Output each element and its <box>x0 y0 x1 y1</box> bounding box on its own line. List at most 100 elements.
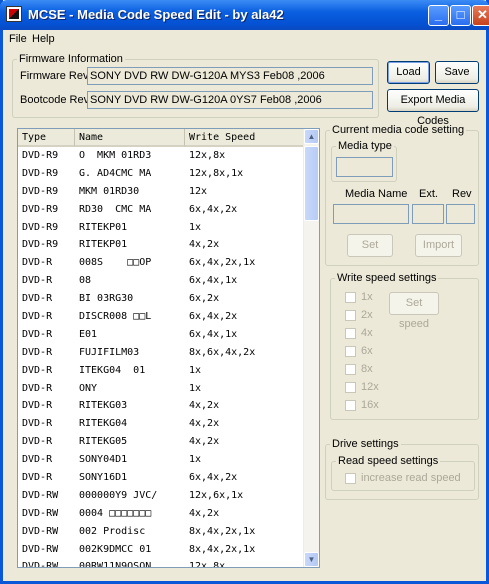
cell-type: DVD-RW <box>22 525 59 537</box>
cell-name: 0004 □□□□□□□ <box>79 507 152 519</box>
media-name-field[interactable] <box>333 204 409 224</box>
title-bar[interactable]: MCSE - Media Code Speed Edit - by ala42 … <box>0 0 489 30</box>
minimize-button[interactable]: _ <box>428 5 449 26</box>
speed-checkbox-8x[interactable] <box>345 364 356 375</box>
speed-label-4x: 4x <box>361 327 373 339</box>
table-row[interactable]: DVD-RW 002 Prodisc 8x,4x,2x,1x <box>18 523 306 541</box>
speed-checkbox-1x[interactable] <box>345 292 356 303</box>
table-row[interactable]: DVD-R RITEKG04 4x,2x <box>18 415 306 433</box>
import-button[interactable]: Import <box>415 234 462 257</box>
table-row[interactable]: DVD-R SONY04D1 1x <box>18 451 306 469</box>
menu-help[interactable]: Help <box>32 33 55 45</box>
cell-name: 002K9DMCC 01 <box>79 543 152 555</box>
scroll-up-arrow-icon[interactable]: ▲ <box>304 129 319 144</box>
table-row[interactable]: DVD-R 008S □□OP 6x,4x,2x,1x <box>18 254 306 272</box>
cell-write-speed: 12x,6x,1x <box>189 489 244 501</box>
cell-type: DVD-R <box>22 418 53 430</box>
speed-checkbox-4x[interactable] <box>345 328 356 339</box>
maximize-button[interactable]: □ <box>450 5 471 26</box>
speed-label-2x: 2x <box>361 309 373 321</box>
table-row[interactable]: DVD-R9 RD30 CMC MA 6x,4x,2x <box>18 201 306 219</box>
save-button[interactable]: Save <box>435 61 479 84</box>
speed-checkbox-12x[interactable] <box>345 382 356 393</box>
speed-checkbox-16x[interactable] <box>345 400 356 411</box>
table-row[interactable]: DVD-R RITEKG05 4x,2x <box>18 433 306 451</box>
column-header-name[interactable]: Name <box>75 129 185 147</box>
set-button[interactable]: Set <box>347 234 393 257</box>
column-header-type[interactable]: Type <box>18 129 75 147</box>
cell-type: DVD-R9 <box>22 239 59 251</box>
ext-field[interactable] <box>412 204 444 224</box>
cell-name: RITEKP01 <box>79 221 128 233</box>
ext-label: Ext. <box>419 188 438 200</box>
close-button[interactable]: ✕ <box>472 5 489 26</box>
rev-field[interactable] <box>446 204 475 224</box>
cell-type: DVD-R <box>22 400 53 412</box>
cell-type: DVD-R <box>22 328 53 340</box>
speed-label-8x: 8x <box>361 363 373 375</box>
table-row[interactable]: DVD-R ITEKG04 01 1x <box>18 362 306 380</box>
speed-label-1x: 1x <box>361 291 373 303</box>
speed-label-6x: 6x <box>361 345 373 357</box>
cell-write-speed: 8x,6x,4x,2x <box>189 346 256 358</box>
table-row[interactable]: DVD-R9 G. AD4CMC MA 12x,8x,1x <box>18 165 306 183</box>
menu-file[interactable]: File <box>9 33 27 45</box>
list-header: Type Name Write Speed <box>18 129 306 147</box>
table-row[interactable]: DVD-R BI 03RG30 6x,2x <box>18 290 306 308</box>
table-row[interactable]: DVD-RW 00RW11N9OSON 12x,8x <box>18 558 306 567</box>
cell-type: DVD-R9 <box>22 167 59 179</box>
speed-checkbox-6x[interactable] <box>345 346 356 357</box>
cell-type: DVD-R <box>22 436 53 448</box>
scroll-down-arrow-icon[interactable]: ▼ <box>304 552 319 567</box>
window-title: MCSE - Media Code Speed Edit - by ala42 <box>28 7 284 22</box>
table-row[interactable]: DVD-R ONY 1x <box>18 380 306 398</box>
app-icon <box>6 6 22 22</box>
table-row[interactable]: DVD-R SONY16D1 6x,4x,2x <box>18 469 306 487</box>
cell-name: G. AD4CMC MA <box>79 167 152 179</box>
cell-write-speed: 4x,2x <box>189 436 220 448</box>
cell-type: DVD-R <box>22 311 53 323</box>
table-row[interactable]: DVD-R9 O MKM 01RD3 12x,8x <box>18 147 306 165</box>
table-row[interactable]: DVD-RW 0004 □□□□□□□ 4x,2x <box>18 505 306 523</box>
table-row[interactable]: DVD-R 08 6x,4x,1x <box>18 272 306 290</box>
cell-type: DVD-R <box>22 346 53 358</box>
list-scrollbar[interactable]: ▲ ▼ <box>303 129 319 567</box>
cell-name: RITEKP01 <box>79 239 128 251</box>
cell-name: RITEKG05 <box>79 436 128 448</box>
load-button[interactable]: Load <box>387 61 430 84</box>
speed-checkbox-2x[interactable] <box>345 310 356 321</box>
cell-write-speed: 12x,8x,1x <box>189 167 244 179</box>
cell-type: DVD-R9 <box>22 185 59 197</box>
media-type-legend: Media type <box>338 140 392 152</box>
cell-name: SONY16D1 <box>79 472 128 484</box>
rev-label: Rev <box>452 188 472 200</box>
cell-type: DVD-R9 <box>22 203 59 215</box>
export-media-codes-button[interactable]: Export Media Codes <box>387 89 479 127</box>
table-row[interactable]: DVD-R9 MKM 01RD30 12x <box>18 183 306 201</box>
table-row[interactable]: DVD-R9 RITEKP01 1x <box>18 219 306 237</box>
table-row[interactable]: DVD-R9 RITEKP01 4x,2x <box>18 236 306 254</box>
cell-type: DVD-R <box>22 472 53 484</box>
firmware-info-legend: Firmware Information <box>19 53 123 65</box>
cell-type: DVD-R <box>22 257 53 269</box>
set-speed-button[interactable]: Set speed <box>389 292 439 330</box>
cell-name: 008S □□OP <box>79 257 152 269</box>
table-row[interactable]: DVD-RW 000000Y9 JVC/12x,6x,1x <box>18 487 306 505</box>
cell-type: DVD-R <box>22 293 53 305</box>
table-row[interactable]: DVD-R DISCR008 □□L 6x,4x,2x <box>18 308 306 326</box>
scroll-thumb[interactable] <box>304 146 319 221</box>
bootcode-rev-label: Bootcode Rev. <box>20 94 92 106</box>
media-type-field <box>336 157 393 177</box>
table-row[interactable]: DVD-R E01 6x,4x,1x <box>18 326 306 344</box>
table-row[interactable]: DVD-RW 002K9DMCC 01 8x,4x,2x,1x <box>18 541 306 559</box>
cell-name: ONY <box>79 382 98 394</box>
cell-write-speed: 4x,2x <box>189 400 220 412</box>
media-code-list[interactable]: Type Name Write Speed DVD-R9 O MKM 01RD3 1… <box>17 128 320 568</box>
table-row[interactable]: DVD-R RITEKG03 4x,2x <box>18 397 306 415</box>
column-header-write-speed[interactable]: Write Speed <box>185 129 306 147</box>
firmware-rev-field: SONY DVD RW DW-G120A MYS3 Feb08 ,2006 <box>87 67 373 85</box>
increase-read-speed-checkbox[interactable] <box>345 473 356 484</box>
table-row[interactable]: DVD-R FUJIFILM03 8x,6x,4x,2x <box>18 344 306 362</box>
cell-write-speed: 12x,8x <box>189 150 226 161</box>
cell-type: DVD-R9 <box>22 221 59 233</box>
